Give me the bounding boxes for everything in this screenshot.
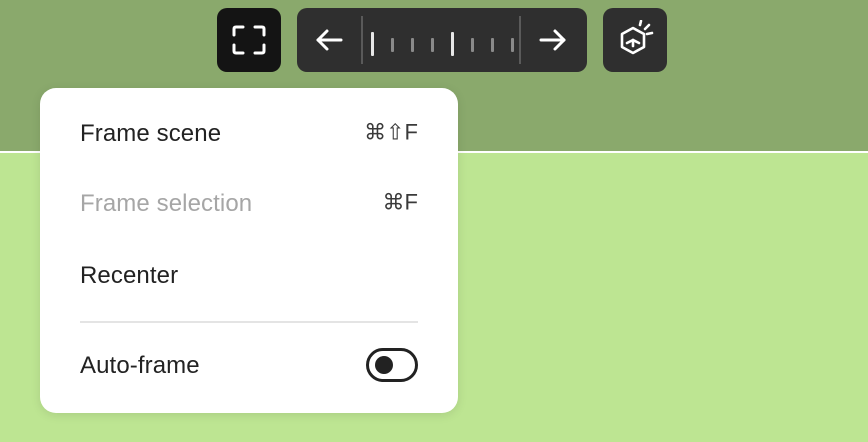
cube-view-icon [620,20,654,55]
arrow-right-icon[interactable] [537,24,569,56]
ruler-tick [411,38,414,52]
scrub-ruler[interactable] [361,16,523,64]
frame-corners-icon [232,25,266,55]
ruler-tick [451,32,454,56]
menu-item-label: Auto-frame [80,352,200,379]
menu-item-shortcut: ⌘F [382,189,418,215]
menu-item-recenter[interactable]: Recenter [40,248,458,304]
menu-item-shortcut: ⌘⇧F [364,119,418,145]
arrow-left-icon[interactable] [313,24,345,56]
ruler-tick [371,32,374,56]
orbit-scrubber[interactable] [297,8,587,72]
frame-menu: Frame scene ⌘⇧F Frame selection ⌘F Recen… [40,88,458,413]
menu-item-label: Recenter [80,262,179,289]
ruler-edge-right [519,16,521,64]
menu-item-label: Frame selection [80,190,253,217]
ruler-tick [511,38,514,52]
view-cube-button[interactable] [603,8,667,72]
frame-button[interactable] [217,8,281,72]
menu-item-label: Frame scene [80,120,222,147]
menu-divider [80,321,418,323]
ruler-edge-left [361,16,363,64]
ruler-tick [391,38,394,52]
menu-item-frame-selection: Frame selection ⌘F [40,176,458,232]
toggle-knob [375,356,393,374]
ruler-tick [431,38,434,52]
ruler-tick [471,38,474,52]
ruler-tick [491,38,494,52]
menu-item-frame-scene[interactable]: Frame scene ⌘⇧F [40,106,458,162]
menu-item-auto-frame[interactable]: Auto-frame [40,338,458,394]
auto-frame-toggle[interactable] [366,348,418,382]
